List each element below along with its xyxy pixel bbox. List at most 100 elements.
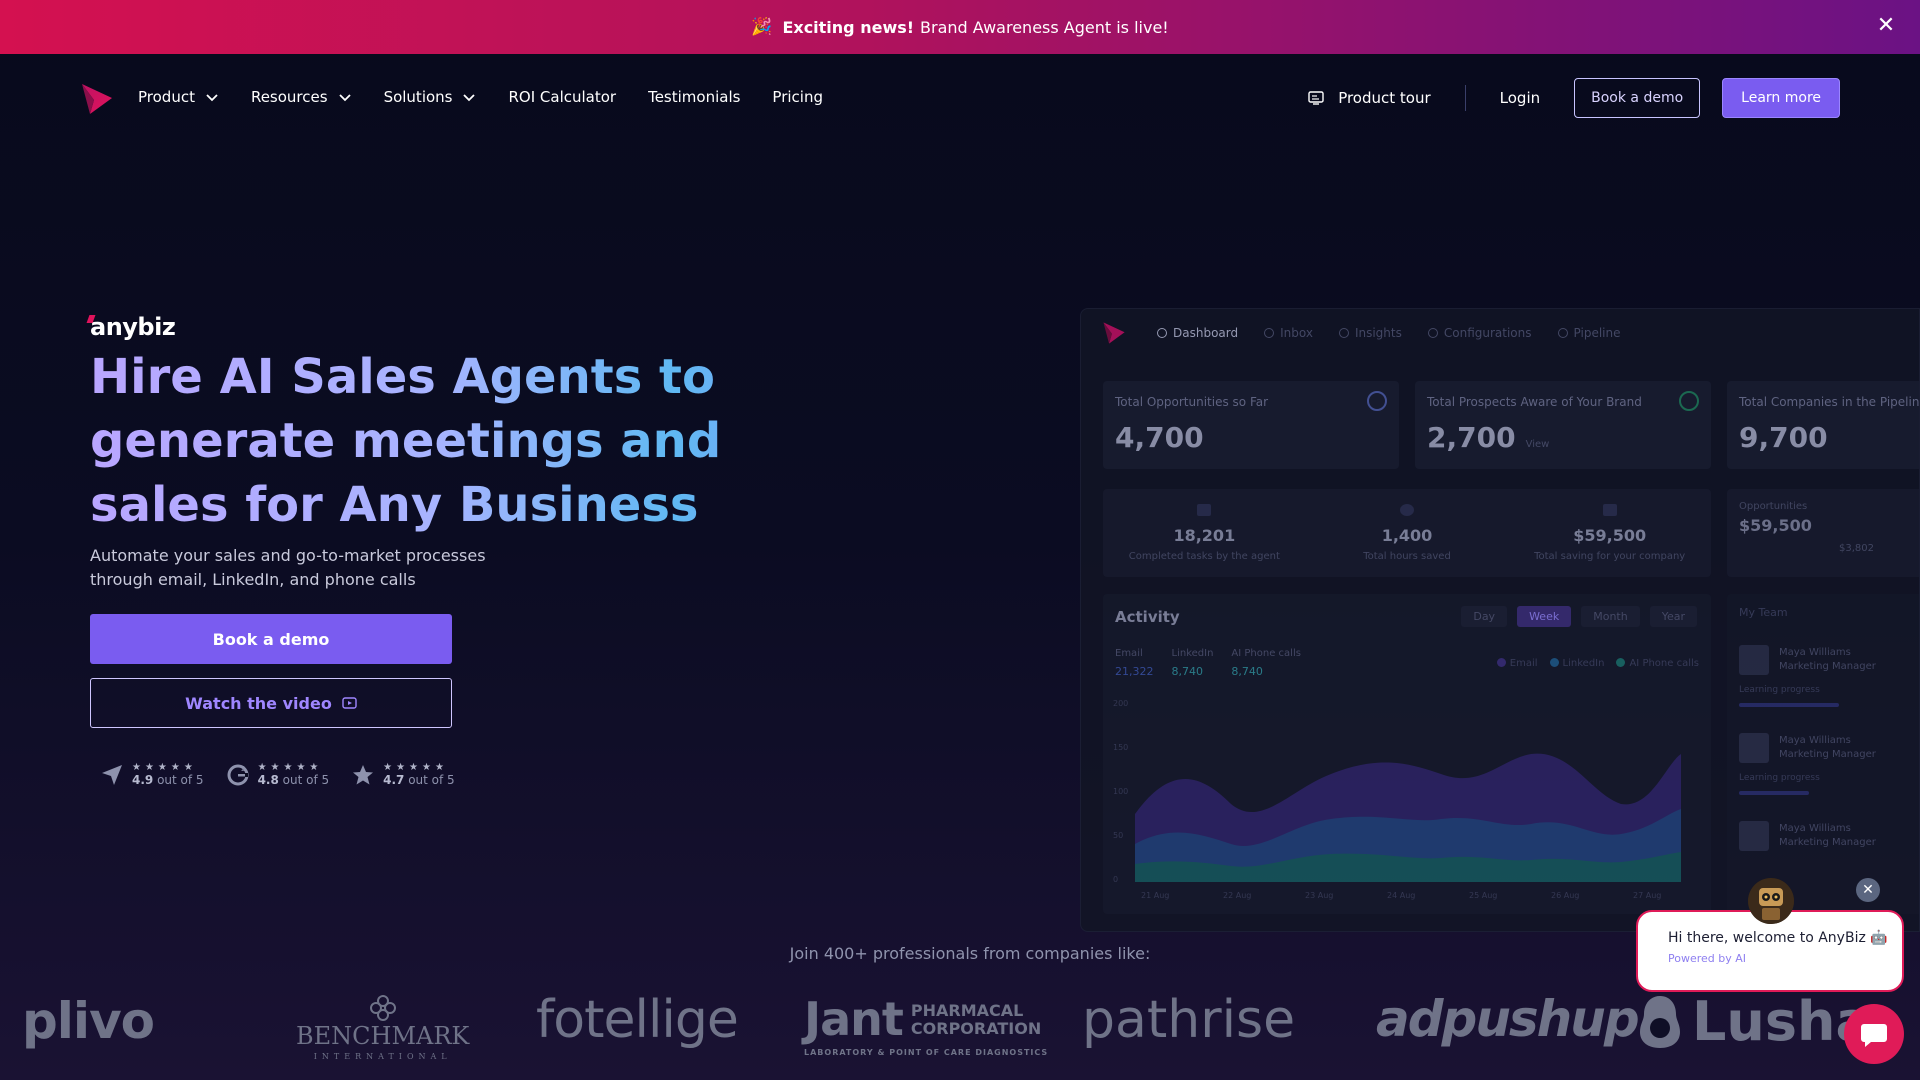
y-tick: 200 [1113,699,1128,708]
x-tick: 26 Aug [1551,891,1579,900]
rating-suffix: out of 5 [278,773,330,787]
chat-greeting: Hi there, welcome to AnyBiz 🤖 [1668,930,1888,946]
opportunities-value: $59,500 [1739,516,1812,535]
nav-item-roi-calculator[interactable]: ROI Calculator [508,88,616,106]
metric-email: Email 21,322 [1115,648,1154,678]
watch-video-button[interactable]: Watch the video [90,678,452,728]
jant-logo: Jant PHARMACAL CORPORATION LABORATORY & P… [804,996,1047,1057]
metric-value: 8,740 [1171,665,1204,678]
chat-close-button[interactable]: ✕ [1856,878,1880,902]
benchmark-emblem-icon [369,995,396,1021]
legend-linkedin: LinkedIn [1549,658,1604,669]
nav-item-testimonials[interactable]: Testimonials [648,88,740,106]
nav-item-label: Resources [250,88,328,106]
member-name: Maya Williams [1779,647,1851,658]
product-tour-link[interactable]: Product tour [1308,89,1431,107]
star-rating: ★★★★★ [132,762,197,773]
fotellige-logo: fotellige [536,990,739,1050]
lusha-emblem-icon [1640,995,1680,1048]
tab-label: Configurations [1443,326,1532,340]
metric-value: 21,322 [1115,665,1154,678]
plivo-logo: plivo [22,992,155,1050]
y-tick: 150 [1113,743,1128,752]
kpi-card: Total Prospects Aware of Your Brand 2,70… [1415,381,1711,469]
nav-item-label: Solutions [383,88,453,106]
hero-book-demo-button[interactable]: Book a demo [90,614,452,664]
nav-links: Product Resources Solutions ROI Calculat… [138,88,855,106]
chevron-down-icon [338,94,351,102]
tab-label: Inbox [1280,326,1313,340]
learn-more-button[interactable]: Learn more [1722,78,1840,118]
nav-item-pricing[interactable]: Pricing [772,88,823,106]
watch-video-label: Watch the video [185,693,332,713]
x-tick: 27 Aug [1633,891,1661,900]
send-arrow-icon [102,764,122,785]
nav-item-product[interactable]: Product [138,88,219,106]
pipeline-icon [1557,328,1568,338]
activity-panel: Activity Day Week Month Year Email 21,322… [1103,594,1711,914]
g2-icon: 2 [227,764,249,785]
jant-side-line: CORPORATION [910,1019,1042,1038]
tab-pipeline: Pipeline [1557,326,1620,340]
rating-suffix: out of 5 [404,773,455,787]
nav-item-solutions[interactable]: Solutions [384,88,477,106]
stat-label: Total hours saved [1363,551,1451,562]
team-member: Maya Williams Marketing Manager [1739,645,1915,675]
lusha-logo: Lusha [1636,990,1872,1053]
chat-launcher-button[interactable] [1844,1004,1904,1064]
tab-label: Dashboard [1173,326,1239,340]
metric-value: 8,740 [1231,665,1263,678]
stat-item: $59,500 Total saving for your company [1508,489,1711,577]
avatar [1739,821,1769,851]
jant-sub: LABORATORY & POINT OF CARE DIAGNOSTICS [804,1048,1049,1057]
y-tick: 100 [1113,787,1128,796]
nav-item-label: ROI Calculator [508,88,617,106]
kpi-value: 9,700 [1739,421,1828,454]
rating-value: 4.9 [132,773,154,787]
brand-awareness-icon [1679,391,1699,411]
kpi-card: Total Opportunities so Far 4,700 [1103,381,1399,469]
chevron-down-icon [463,94,476,102]
period-week: Week [1517,606,1572,627]
member-status: Learning progress [1739,773,1820,783]
login-link[interactable]: Login [1500,89,1540,107]
member-info: Maya Williams Marketing Manager [1779,646,1876,674]
main-nav: Product Resources Solutions ROI Calculat… [0,54,1920,142]
avatar [1739,733,1769,763]
announcement-text[interactable]: Brand Awareness Agent is live! [920,18,1169,37]
activity-title: Activity [1115,608,1180,626]
legend-dot [1616,658,1626,667]
avatar [1739,645,1769,675]
stat-value: $59,500 [1573,526,1647,545]
rating-value: 4.8 [257,773,279,787]
svg-text:2: 2 [241,765,245,773]
announcement-bar: 🎉 Exciting news! Brand Awareness Agent i… [0,0,1920,54]
kpi-value-row: 2,700 View [1427,421,1699,454]
member-role: Marketing Manager [1779,661,1876,672]
rating-score: 4.9 out of 5 [132,773,204,787]
close-icon[interactable]: ✕ [1874,14,1898,38]
kpi-value: 4,700 [1115,421,1204,454]
nav-item-resources[interactable]: Resources [251,88,352,106]
rating-item: ★★★★★ 4.7 out of 5 [351,762,455,787]
anybiz-logo-icon[interactable] [80,82,114,116]
kpi-label: Total Opportunities so Far [1115,395,1269,409]
announcement-bold: Exciting news! [782,17,915,37]
benchmark-sub: INTERNATIONAL [313,1052,452,1061]
metric-label: AI Phone calls [1231,648,1301,659]
opportunities-sub: $3,802 [1839,543,1874,554]
nav-item-label: Pricing [772,88,823,106]
tab-label: Insights [1354,326,1402,340]
brand-wordmark: anybiz [86,313,176,341]
legend-email: Email [1496,658,1538,669]
x-tick: 25 Aug [1469,891,1497,900]
social-proof-text: Join 400+ professionals from companies l… [789,944,1151,963]
book-demo-button[interactable]: Book a demo [1574,78,1701,118]
period-tabs: Day Week Month Year [1461,606,1697,627]
tab-dashboard: Dashboard [1157,326,1238,340]
dashboard-topbar: Dashboard Inbox Insights Configurations … [1081,309,1919,357]
legend-dot [1549,658,1559,667]
dashboard-icon [1157,328,1167,338]
metric-label: Email [1115,648,1143,659]
star-rating: ★★★★★ [383,762,448,773]
